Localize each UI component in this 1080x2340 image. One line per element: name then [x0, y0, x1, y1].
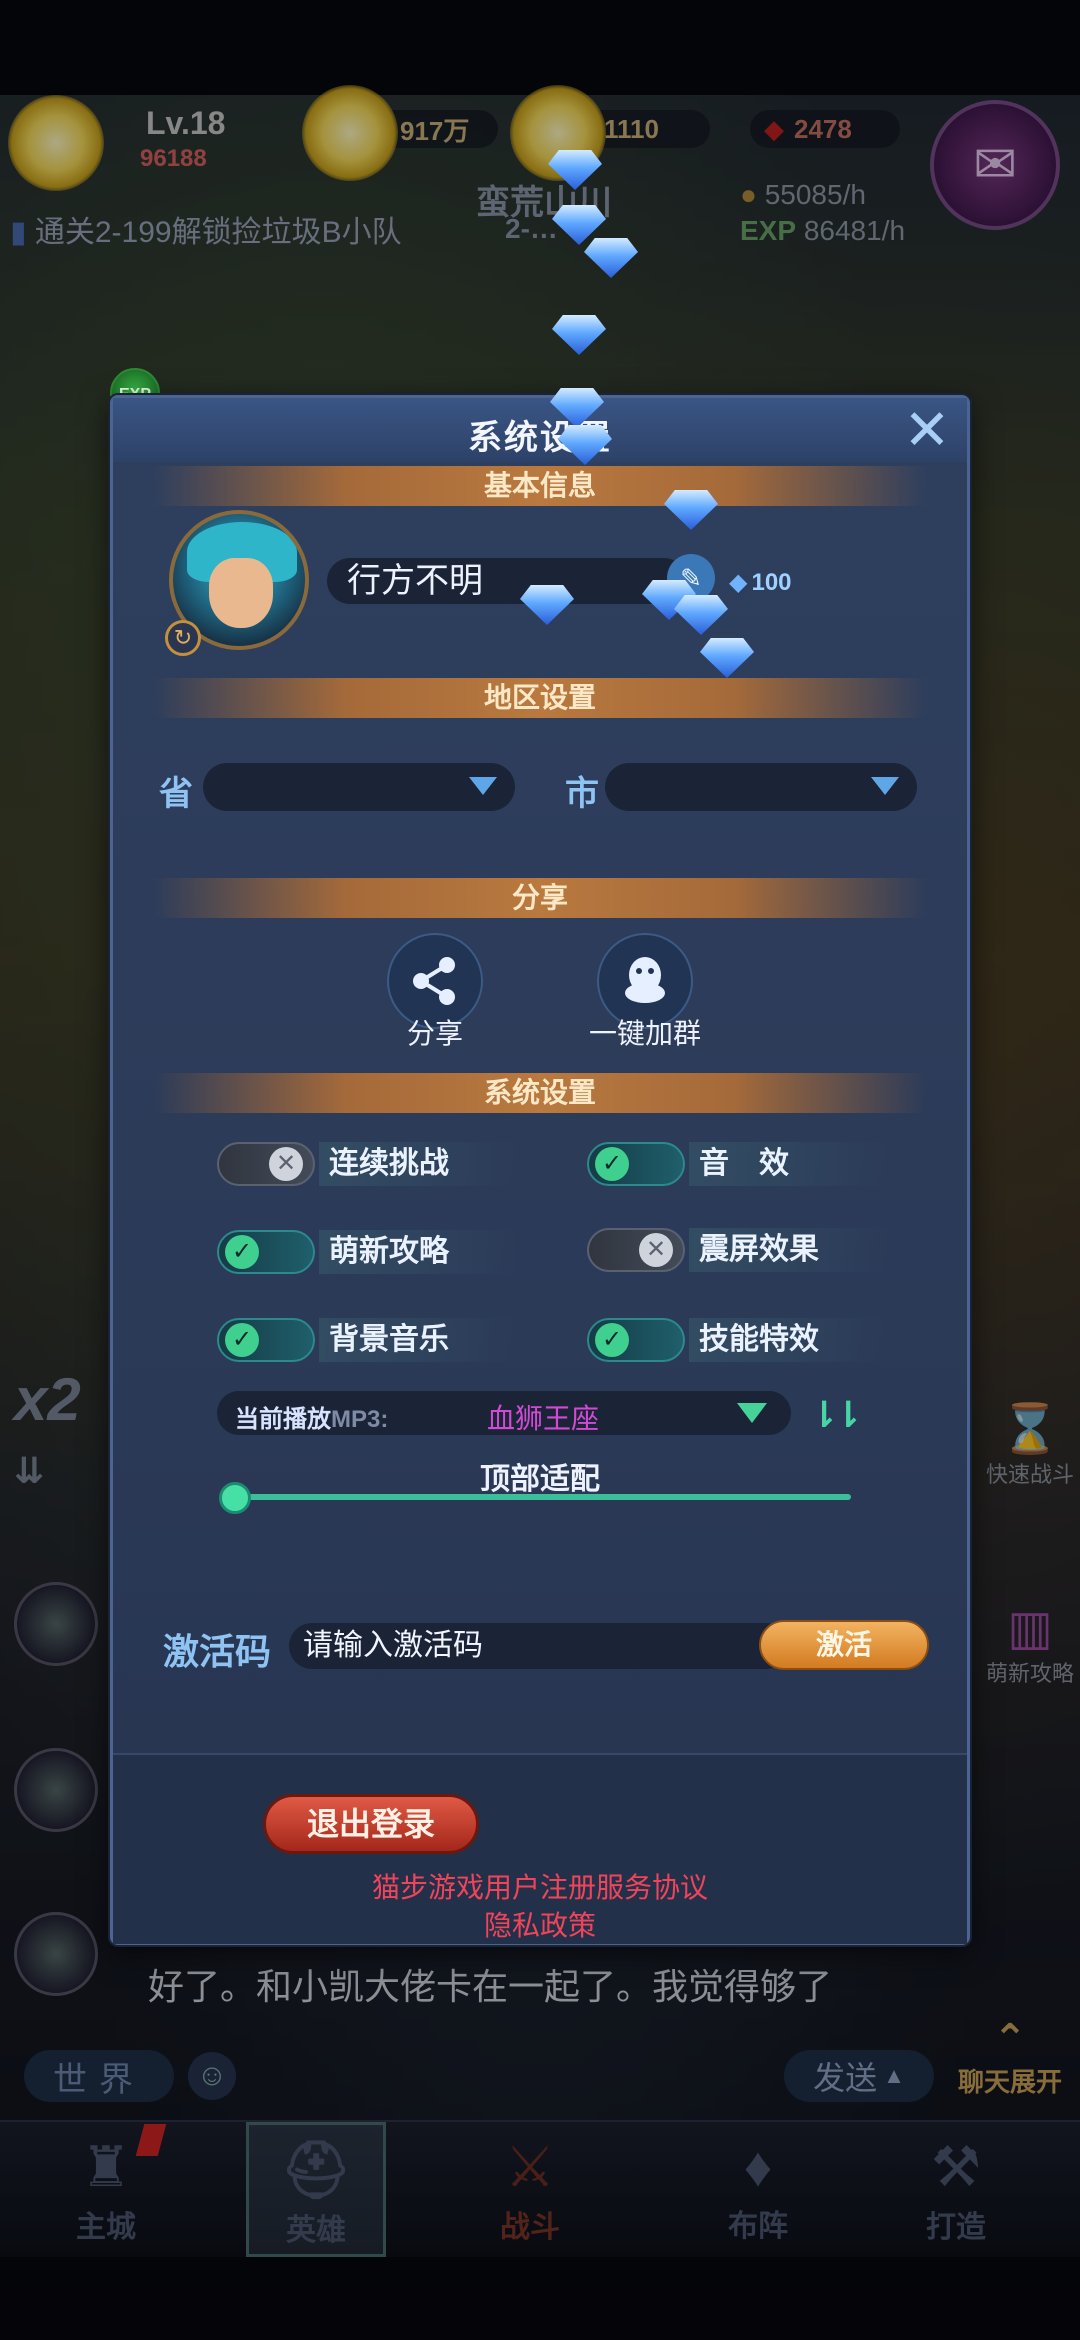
province-label: 省	[159, 775, 193, 813]
share-label: 分享	[406, 1018, 463, 1049]
logout-button[interactable]: 退出登录	[263, 1794, 479, 1854]
city-select[interactable]	[605, 763, 917, 811]
activation-code-label: 激活码	[163, 1631, 272, 1672]
now-playing-format: MP3:	[331, 1406, 389, 1433]
chevron-down-icon	[469, 777, 497, 795]
activate-button[interactable]: 激活	[759, 1620, 929, 1670]
music-track-select[interactable]: 当前播放MP3: 血狮王座	[217, 1391, 791, 1435]
rename-cost-value: 100	[751, 569, 792, 596]
now-playing-track: 血狮王座	[487, 1403, 600, 1434]
top-adapt-slider-track[interactable]	[233, 1494, 851, 1500]
section-share: 分享	[153, 878, 927, 918]
join-group-label: 一键加群	[588, 1018, 701, 1049]
toggle-label: 背景音乐	[319, 1318, 519, 1362]
privacy-link[interactable]: 隐私政策	[113, 1904, 967, 1944]
diamond-icon: ◆	[729, 569, 748, 596]
section-system: 系统设置	[153, 1073, 927, 1113]
check-icon: ✓	[595, 1323, 629, 1357]
toggle-switch[interactable]: ✓	[587, 1142, 685, 1186]
toggle-switch[interactable]: ✓	[217, 1318, 315, 1362]
check-icon: ✓	[595, 1147, 629, 1181]
share-icon	[413, 957, 455, 1005]
toggle-label: 震屏效果	[689, 1228, 889, 1272]
terms-link[interactable]: 猫步游戏用户注册服务协议	[113, 1866, 967, 1906]
chevron-down-icon	[871, 777, 899, 795]
toggle-switch[interactable]: ✕	[217, 1142, 315, 1186]
settings-dialog: 系统设置 ✕ 基本信息 ↻ 行方不明 ✎ ◆ 100 地区设置 省 市 分享 分享	[110, 395, 970, 1945]
check-icon: ✓	[225, 1323, 259, 1357]
city-label: 市	[565, 775, 599, 813]
section-basic-info: 基本信息	[153, 466, 927, 506]
toggle-label: 技能特效	[689, 1318, 889, 1362]
check-icon: ✓	[225, 1235, 259, 1269]
province-select[interactable]	[203, 763, 515, 811]
toggle-switch[interactable]: ✓	[587, 1318, 685, 1362]
now-playing-prefix: 当前播放	[235, 1406, 331, 1433]
player-name-field[interactable]: 行方不明	[327, 558, 687, 604]
top-adapt-slider-handle[interactable]	[219, 1482, 251, 1514]
toggle-label: 连续挑战	[319, 1142, 519, 1186]
qq-penguin-icon	[625, 957, 665, 1003]
toggle-label: 音 效	[689, 1142, 889, 1186]
next-track-icon[interactable]: ⇂⇂	[809, 1394, 863, 1436]
close-icon[interactable]: ✕	[903, 402, 951, 458]
chevron-down-icon	[737, 1403, 767, 1423]
toggle-label: 萌新攻略	[319, 1230, 519, 1274]
section-region: 地区设置	[153, 678, 927, 718]
refresh-icon[interactable]: ↻	[165, 620, 201, 656]
avatar-face	[209, 558, 273, 628]
dialog-title: 系统设置	[468, 419, 612, 457]
toggle-switch[interactable]: ✕	[587, 1228, 685, 1272]
x-icon: ✕	[639, 1233, 673, 1267]
x-icon: ✕	[269, 1147, 303, 1181]
toggle-switch[interactable]: ✓	[217, 1230, 315, 1274]
now-playing-label: 当前播放MP3:	[235, 1399, 388, 1434]
activation-code-input[interactable]: 请输入激活码	[289, 1623, 789, 1669]
rename-cost: ◆ 100	[729, 564, 792, 602]
